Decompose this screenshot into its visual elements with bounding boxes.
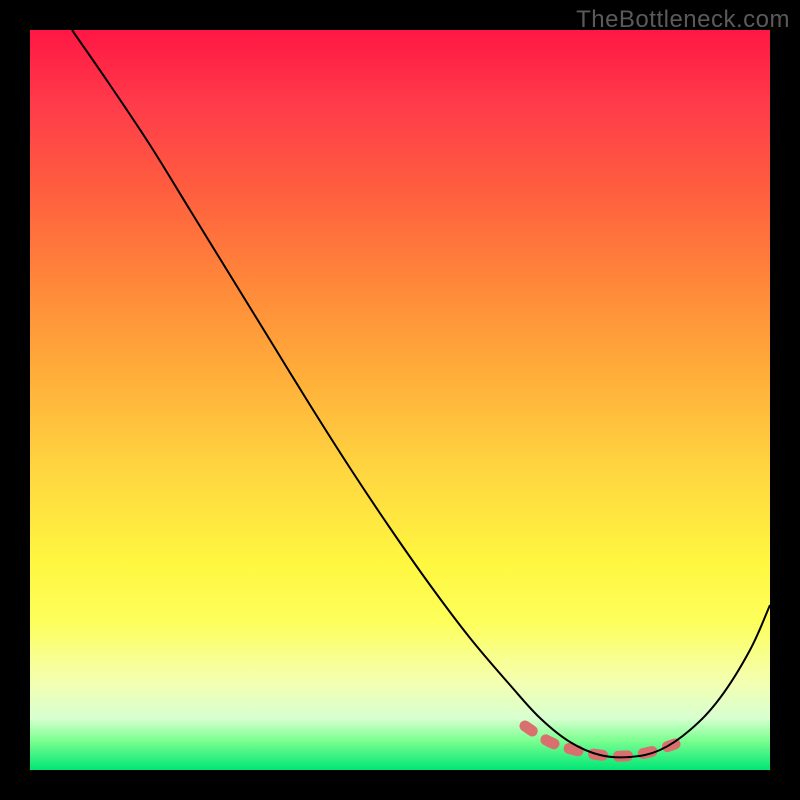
highlight-segment: [525, 726, 675, 756]
gradient-plot-area: [30, 30, 770, 770]
watermark-text: TheBottleneck.com: [576, 6, 790, 34]
curve-layer: [30, 30, 770, 770]
bottleneck-curve: [72, 30, 770, 757]
